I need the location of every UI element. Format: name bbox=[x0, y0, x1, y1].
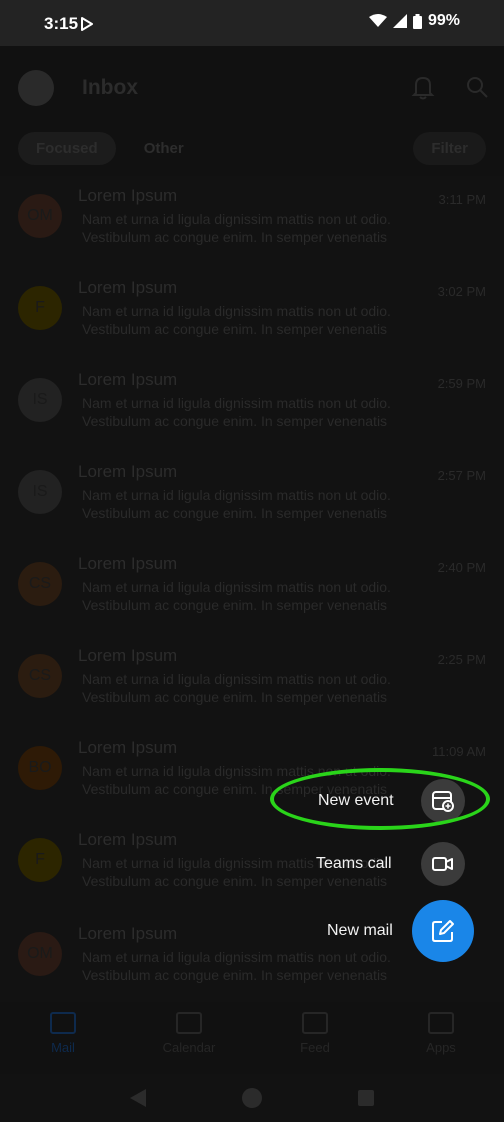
nav-feed-label: Feed bbox=[300, 1040, 330, 1055]
recents-icon[interactable] bbox=[358, 1090, 374, 1106]
preview-line-1: Nam et urna id ligula dignissim mattis n… bbox=[82, 579, 391, 595]
tab-other[interactable]: Other bbox=[126, 132, 202, 165]
message-time: 2:57 PM bbox=[437, 468, 486, 483]
sender-avatar: OM bbox=[18, 932, 62, 976]
sender-name: Lorem Ipsum bbox=[78, 186, 178, 205]
sender-name: Lorem Ipsum bbox=[78, 370, 178, 389]
message-row[interactable]: OM Lorem Ipsum 3:11 PM Nam et urna id li… bbox=[0, 176, 504, 266]
preview-line-1: Nam et urna id ligula dignissim mattis n… bbox=[82, 211, 391, 227]
nav-mail[interactable]: Mail bbox=[0, 1002, 126, 1074]
feed-icon bbox=[302, 1012, 328, 1034]
message-row[interactable]: IS Lorem Ipsum 2:57 PM Nam et urna id li… bbox=[0, 452, 504, 542]
sender-name: Lorem Ipsum bbox=[78, 278, 178, 297]
filter-button[interactable]: Filter bbox=[413, 132, 486, 165]
video-camera-icon bbox=[432, 857, 453, 871]
sender-avatar: IS bbox=[18, 378, 62, 422]
sender-name: Lorem Ipsum bbox=[78, 462, 178, 481]
home-icon[interactable] bbox=[242, 1088, 262, 1108]
inbox-tabs: Focused Other bbox=[18, 132, 202, 165]
status-time: 3:15 bbox=[44, 14, 79, 33]
message-time: 3:11 PM bbox=[438, 192, 486, 207]
message-time: 2:40 PM bbox=[437, 560, 486, 575]
calendar-icon bbox=[176, 1012, 202, 1034]
preview-line-1: Nam et urna id ligula dignissim mattis n… bbox=[82, 671, 391, 687]
message-preview: Nam et urna id ligula dignissim mattis n… bbox=[82, 210, 442, 246]
sender-avatar: CS bbox=[18, 562, 62, 606]
teams-call-label[interactable]: Teams call bbox=[316, 855, 392, 873]
preview-line-2: Vestibulum ac congue enim. In semper ven… bbox=[82, 597, 388, 613]
sender-avatar: IS bbox=[18, 470, 62, 514]
sender-name: Lorem Ipsum bbox=[78, 924, 178, 943]
sender-name: Lorem Ipsum bbox=[78, 554, 178, 573]
preview-line-2: Vestibulum ac congue enim. In semper ven… bbox=[82, 967, 388, 983]
preview-line-2: Vestibulum ac congue enim. In semper ven… bbox=[82, 505, 388, 521]
new-mail-button[interactable] bbox=[412, 900, 474, 962]
message-time: 2:59 PM bbox=[437, 376, 486, 391]
sender-avatar: OM bbox=[18, 194, 62, 238]
play-store-icon bbox=[81, 17, 93, 31]
account-avatar[interactable] bbox=[18, 70, 54, 106]
preview-line-1: Nam et urna id ligula dignissim mattis n… bbox=[82, 763, 391, 779]
calendar-add-icon bbox=[432, 791, 454, 812]
message-preview: Nam et urna id ligula dignissim mattis n… bbox=[82, 394, 442, 430]
message-row[interactable]: IS Lorem Ipsum 2:59 PM Nam et urna id li… bbox=[0, 360, 504, 450]
new-mail-label[interactable]: New mail bbox=[327, 922, 393, 940]
tab-focused[interactable]: Focused bbox=[18, 132, 116, 165]
preview-line-1: Nam et urna id ligula dignissim mattis n… bbox=[82, 487, 391, 503]
wifi-icon bbox=[368, 14, 387, 27]
message-row[interactable]: F Lorem Ipsum 3:02 PM Nam et urna id lig… bbox=[0, 268, 504, 358]
message-preview: Nam et urna id ligula dignissim mattis n… bbox=[82, 302, 442, 338]
sender-name: Lorem Ipsum bbox=[78, 646, 178, 665]
preview-line-2: Vestibulum ac congue enim. In semper ven… bbox=[82, 413, 388, 429]
preview-line-1: Nam et urna id ligula dignissim mattis n… bbox=[82, 949, 391, 965]
message-preview: Nam et urna id ligula dignissim mattis n… bbox=[82, 578, 442, 614]
search-icon[interactable] bbox=[464, 74, 490, 100]
preview-line-2: Vestibulum ac congue enim. In semper ven… bbox=[82, 321, 388, 337]
sender-avatar: F bbox=[18, 286, 62, 330]
nav-apps[interactable]: Apps bbox=[378, 1002, 504, 1074]
bell-icon[interactable] bbox=[410, 74, 436, 100]
system-nav-bar bbox=[0, 1074, 504, 1122]
battery-percent: 99% bbox=[427, 12, 460, 29]
sender-name: Lorem Ipsum bbox=[78, 738, 178, 757]
nav-feed[interactable]: Feed bbox=[252, 1002, 378, 1074]
sender-avatar: F bbox=[18, 838, 62, 882]
mail-app: Inbox Focused Other Filter OM Lorem Ipsu… bbox=[0, 46, 504, 1122]
signal-icon bbox=[392, 14, 407, 28]
sender-avatar: BO bbox=[18, 746, 62, 790]
sender-name: Lorem Ipsum bbox=[78, 830, 178, 849]
teams-call-button[interactable] bbox=[421, 842, 465, 886]
page-title: Inbox bbox=[82, 76, 138, 99]
compose-icon bbox=[432, 920, 454, 942]
sender-avatar: CS bbox=[18, 654, 62, 698]
message-preview: Nam et urna id ligula dignissim mattis n… bbox=[82, 670, 442, 706]
message-row[interactable]: CS Lorem Ipsum 2:25 PM Nam et urna id li… bbox=[0, 636, 504, 726]
apps-icon bbox=[428, 1012, 454, 1034]
nav-calendar[interactable]: Calendar bbox=[126, 1002, 252, 1074]
mail-icon bbox=[50, 1012, 76, 1034]
nav-calendar-label: Calendar bbox=[162, 1040, 216, 1055]
message-time: 2:25 PM bbox=[437, 652, 486, 667]
nav-apps-label: Apps bbox=[426, 1040, 456, 1055]
preview-line-2: Vestibulum ac congue enim. In semper ven… bbox=[82, 229, 388, 245]
preview-line-1: Nam et urna id ligula dignissim mattis n… bbox=[82, 395, 391, 411]
preview-line-1: Nam et urna id ligula dignissim mattis n… bbox=[82, 303, 391, 319]
message-preview: Nam et urna id ligula dignissim mattis n… bbox=[82, 948, 442, 984]
back-icon[interactable] bbox=[130, 1089, 146, 1107]
message-preview: Nam et urna id ligula dignissim mattis n… bbox=[82, 486, 442, 522]
message-time: 3:02 PM bbox=[437, 284, 486, 299]
preview-line-2: Vestibulum ac congue enim. In semper ven… bbox=[82, 689, 388, 705]
message-row[interactable]: CS Lorem Ipsum 2:40 PM Nam et urna id li… bbox=[0, 544, 504, 634]
status-bar: 3:15 99% bbox=[0, 0, 504, 46]
inbox-header: Inbox Focused Other Filter bbox=[0, 46, 504, 176]
message-time: 11:09 AM bbox=[432, 744, 486, 759]
bottom-nav: Mail Calendar Feed Apps bbox=[0, 1002, 504, 1074]
preview-line-2: Vestibulum ac congue enim. In semper ven… bbox=[82, 873, 388, 889]
system-indicators: 99% bbox=[368, 12, 460, 30]
new-event-button[interactable] bbox=[421, 779, 465, 823]
battery-icon bbox=[412, 13, 422, 29]
nav-mail-label: Mail bbox=[51, 1040, 75, 1055]
new-event-label[interactable]: New event bbox=[318, 792, 394, 810]
